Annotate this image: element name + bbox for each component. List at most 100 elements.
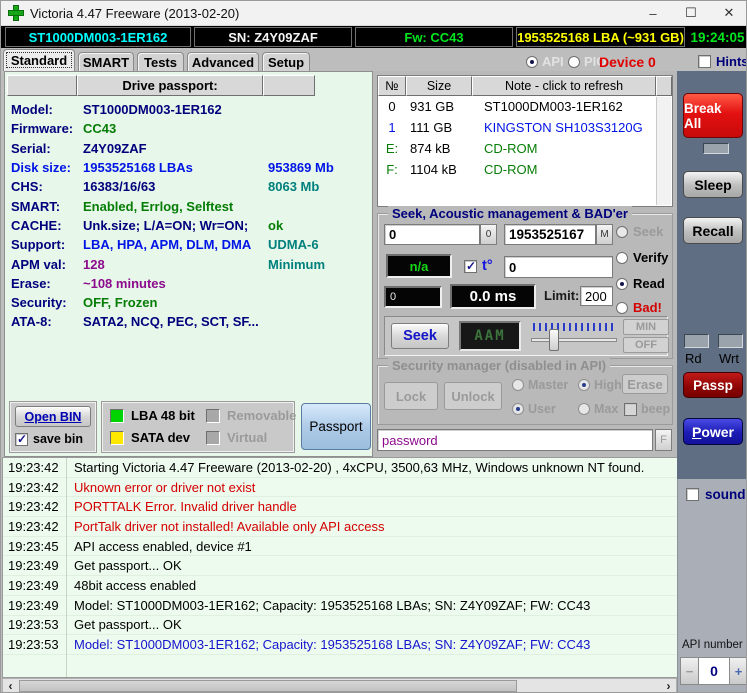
log-message: Get passport... OK [74,617,182,633]
api-number-value[interactable]: 0 [699,657,729,685]
recall-button[interactable]: Recall [683,217,743,244]
removable-indicator [206,408,220,423]
drive-size: 111 GB [410,120,453,135]
log-time: 19:23:42 [8,499,59,515]
lock-button[interactable]: Lock [384,382,438,410]
log-horizontal-scrollbar[interactable]: ‹ › [2,678,677,692]
log-message: Uknown error or driver not exist [74,479,256,495]
beep-checkbox[interactable] [624,402,637,416]
limit-input[interactable]: 200 [580,286,613,306]
scrollbar-thumb[interactable] [19,680,517,692]
read-mode-radio[interactable] [616,277,628,290]
end-lba-input[interactable]: 1953525167 [504,224,596,245]
passport-header-title[interactable]: Drive passport: [77,75,263,96]
seek-button[interactable]: Seek [391,323,449,349]
erase-button[interactable]: Erase [622,374,668,394]
passport-button[interactable]: Passport [301,403,371,450]
tab-tests[interactable]: Tests [137,52,184,71]
password-input[interactable]: password [377,429,653,451]
col-note[interactable]: Note - click to refresh [472,76,656,96]
tab-setup[interactable]: Setup [262,52,310,71]
pio-radio[interactable] [568,55,580,68]
drive-row[interactable]: E: 874 kB CD-ROM [378,138,672,159]
user-radio[interactable] [512,403,524,415]
api-radio[interactable] [526,55,538,68]
master-radio[interactable] [512,379,524,391]
virtual-label: Virtual [227,430,268,445]
api-number-spinner: − 0 + [680,657,746,685]
col-size[interactable]: Size [406,76,472,96]
verify-mode-radio[interactable] [616,251,628,264]
passp-button[interactable]: Passp [683,372,743,398]
passport-value: 16383/16/63 [83,179,156,195]
start-lba-input[interactable]: 0 [384,224,480,245]
close-button[interactable]: ✕ [710,1,746,25]
temp-input[interactable]: 0 [504,256,613,278]
log-message: Get passport... OK [74,558,182,574]
passport-header-row: Drive passport: [7,75,369,96]
api-number-decrement-button[interactable]: − [680,657,699,685]
save-bin-checkbox[interactable] [15,432,28,446]
aam-off-button[interactable]: OFF [623,337,669,353]
limit-label: Limit: [544,288,580,303]
power-button[interactable]: Power [683,418,743,445]
log-row: 19:23:45 API access enabled, device #1 [3,537,677,557]
seek-mode-radio[interactable] [616,225,628,238]
hints-checkbox[interactable] [698,55,711,68]
bad-mode-radio[interactable] [616,301,628,314]
beep-label: beep [641,402,671,416]
f-button[interactable]: F [655,429,672,451]
max-radio[interactable] [578,403,590,415]
passport-row: Disk size: 1953525168 LBAs 953869 Mb [11,158,369,177]
scroll-left-icon[interactable]: ‹ [3,679,18,692]
temperature-checkbox[interactable] [464,259,477,273]
save-bin-label: save bin [33,432,84,446]
serial-display: SN: Z4Y09ZAF [194,27,352,47]
sound-checkbox[interactable] [686,488,699,501]
high-radio[interactable] [578,379,590,391]
end-lba-button[interactable]: M [596,224,613,245]
col-num[interactable]: № [378,76,406,96]
log-column-divider [66,458,67,677]
drive-row[interactable]: 1 111 GB KINGSTON SH103S3120G [378,117,672,138]
passport-header-blank-left [7,75,77,96]
tab-advanced[interactable]: Advanced [187,52,259,71]
passport-row: APM val: 128 Minimum [11,254,369,273]
passport-value: OFF, Frozen [83,295,158,311]
passport-extra: Minimum [268,256,326,272]
victoria-window: Victoria 4.47 Freeware (2013-02-20) – ☐ … [0,0,747,693]
api-number-increment-button[interactable]: + [729,657,746,685]
aam-lcd: AAM [459,321,521,351]
tab-standard[interactable]: Standard [3,49,75,71]
passport-row: SMART: Enabled, Errlog, Selftest [11,196,369,215]
status-bar: ST1000DM003-1ER162 SN: Z4Y09ZAF Fw: CC43… [1,26,746,48]
scroll-right-icon[interactable]: › [661,679,676,692]
aam-min-button[interactable]: MIN [623,319,669,335]
passport-value: 128 [83,256,105,272]
drive-table-scrollbar[interactable] [656,97,671,205]
log-panel[interactable]: 19:23:42 Starting Victoria 4.47 Freeware … [2,457,677,678]
unlock-button[interactable]: Unlock [444,382,502,410]
drive-table: № Size Note - click to refresh 0 931 GB ST… [377,75,673,207]
log-time: 19:23:53 [8,637,59,653]
seek-group-title: Seek, Acoustic management & BAD'er [388,206,632,221]
slider-thumb[interactable] [549,329,559,351]
sleep-button[interactable]: Sleep [683,171,743,198]
master-label: Master [528,378,569,392]
break-all-button[interactable]: Break All [683,93,743,138]
drive-row[interactable]: 0 931 GB ST1000DM003-1ER162 [378,96,672,117]
passport-label: Disk size: [11,160,71,176]
log-row: 19:23:42 Starting Victoria 4.47 Freeware … [3,458,677,478]
start-lba-button[interactable]: 0 [480,224,497,245]
passport-extra: ok [268,217,284,233]
minimize-button[interactable]: – [634,1,672,25]
indicator-group: LBA 48 bit SATA dev Removable Virtual [101,401,296,453]
drive-num: E: [385,141,399,156]
passport-label: ATA-8: [11,314,52,330]
open-bin-button[interactable]: Open BIN [15,406,91,427]
maximize-button[interactable]: ☐ [672,1,710,25]
drive-row[interactable]: F: 1104 kB CD-ROM [378,159,672,180]
aam-slider[interactable] [531,321,617,353]
log-message: Model: ST1000DM003-1ER162; Capacity: 195… [74,597,591,613]
tab-smart[interactable]: SMART [78,52,134,71]
